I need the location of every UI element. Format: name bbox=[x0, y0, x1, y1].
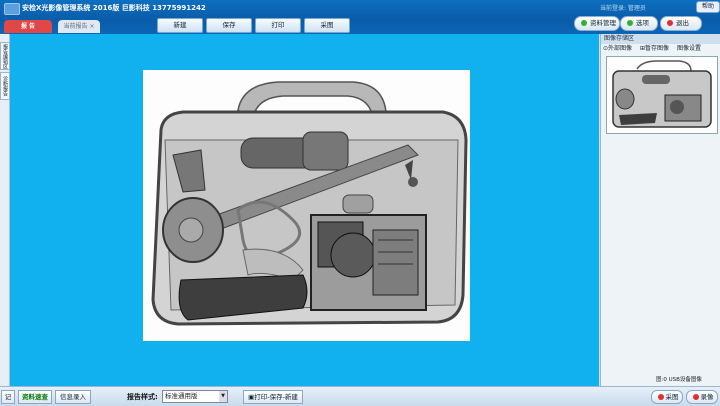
status-bar: 记 资料速查 信息录入 报告样式: 标准通用版 ▼ ▣打印-保存-新建 采图 录… bbox=[0, 386, 720, 406]
exit-button[interactable]: 退出 bbox=[660, 16, 702, 31]
temp-image-button[interactable]: ⊞暂存图像 bbox=[640, 45, 672, 52]
title-bar: 安检X光影像管理系统 2016版 巨影科技 13775991242 当前登录: … bbox=[0, 0, 720, 34]
print-button[interactable]: 打印 bbox=[255, 18, 301, 33]
external-image-button[interactable]: ⊙外部图像 bbox=[603, 45, 635, 52]
info-entry-button[interactable]: 信息录入 bbox=[55, 390, 91, 404]
image-storage-toolbar: ⊙外部图像 ⊞暂存图像 图像设置 bbox=[601, 44, 720, 54]
record-partial-button[interactable]: 记 bbox=[1, 390, 15, 404]
report-format-select[interactable]: 标准通用版 ▼ bbox=[162, 390, 228, 403]
image-storage-panel: 图像存储区 ⊙外部图像 ⊞暂存图像 图像设置 图:0 USB设备图像 bbox=[600, 34, 720, 386]
image-count-label: 图:0 USB设备图像 bbox=[656, 377, 702, 383]
xray-image bbox=[143, 70, 470, 341]
tab-current-report[interactable]: 当前报告 × bbox=[58, 20, 100, 33]
app-title: 安检X光影像管理系统 2016版 巨影科技 13775991242 bbox=[22, 4, 206, 12]
green-dot-icon bbox=[627, 20, 633, 26]
record-video-button[interactable]: 录像 bbox=[686, 390, 718, 404]
quick-search-button[interactable]: 资料速查 bbox=[18, 390, 52, 404]
image-settings-button[interactable]: 图像设置 bbox=[677, 45, 701, 52]
print-save-new-button[interactable]: ▣打印-保存-新建 bbox=[243, 390, 303, 404]
data-management-button[interactable]: 资料管理 bbox=[574, 16, 620, 31]
side-tab-diagnosis[interactable]: 诊断报告 bbox=[0, 72, 10, 100]
red-dot-icon bbox=[692, 394, 699, 400]
login-user-label: 当前登录: 管理员 bbox=[600, 5, 646, 12]
green-dot-icon bbox=[581, 20, 587, 26]
options-button[interactable]: 选项 bbox=[620, 16, 658, 31]
report-format-label: 报告样式: bbox=[127, 393, 158, 401]
capture-bottom-button[interactable]: 采图 bbox=[651, 390, 683, 404]
image-canvas[interactable] bbox=[10, 34, 599, 386]
app-logo-icon bbox=[4, 3, 20, 15]
help-button[interactable]: 帮助 bbox=[696, 1, 720, 13]
side-tab-report-edit[interactable]: 报告编辑区 bbox=[0, 42, 10, 70]
new-button[interactable]: 新建 bbox=[157, 18, 203, 33]
image-storage-title: 图像存储区 bbox=[601, 34, 720, 44]
chevron-down-icon: ▼ bbox=[219, 391, 227, 402]
red-dot-icon bbox=[657, 394, 664, 400]
capture-button[interactable]: 采图 bbox=[304, 18, 350, 33]
tab-report[interactable]: 报 告 bbox=[4, 20, 52, 33]
left-side-tabs: 报告编辑区 诊断报告 bbox=[0, 34, 10, 386]
image-thumbnail[interactable] bbox=[606, 56, 718, 134]
save-button[interactable]: 保存 bbox=[206, 18, 252, 33]
red-dot-icon bbox=[667, 20, 673, 26]
